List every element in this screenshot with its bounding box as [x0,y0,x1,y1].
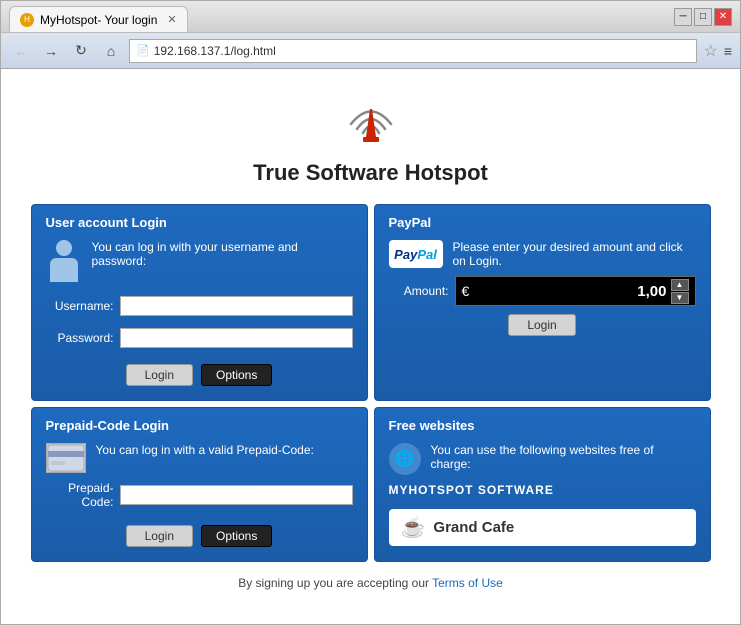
paypal-btn-row: Login [389,314,696,336]
password-label: Password: [46,331,114,345]
username-label: Username: [46,299,114,313]
footer-text: By signing up you are accepting our [238,576,432,590]
free-panel-header: Free websites [389,418,696,433]
paypal-info-text: Please enter your desired amount and cli… [453,240,696,268]
forward-button[interactable]: → [39,39,63,63]
password-row: Password: [46,328,353,348]
title-bar: H MyHotspot- Your login ✕ ─ □ ✕ [1,1,740,33]
prepaid-info-row: You can log in with a valid Prepaid-Code… [46,443,353,473]
prepaid-btn-row: Login Options [46,525,353,547]
address-bar[interactable]: 📄 192.168.137.1/log.html [129,39,697,63]
user-login-panel: User account Login You can log in with y… [31,204,368,401]
currency-symbol: € [462,283,470,299]
window-controls: ─ □ ✕ [674,8,732,26]
home-button[interactable]: ⌂ [99,39,123,63]
username-input[interactable] [120,296,353,316]
prepaid-info-text: You can log in with a valid Prepaid-Code… [96,443,314,457]
page-icon: 📄 [136,44,150,57]
tab-close-button[interactable]: ✕ [167,13,176,26]
software-label: MYHOTSPOT SOFTWARE [389,483,696,497]
user-info-row: You can log in with your username and pa… [46,240,353,288]
prepaid-panel-body: You can log in with a valid Prepaid-Code… [46,443,353,547]
tab-favicon: H [20,13,34,27]
page-footer: By signing up you are accepting our Term… [238,576,503,590]
username-row: Username: [46,296,353,316]
bookmark-button[interactable]: ☆ [703,41,717,61]
hotspot-icon [336,89,406,152]
free-websites-panel: Free websites 🌐 You can use the followin… [374,407,711,562]
avatar-head [56,240,72,256]
paypal-panel-body: PayPal Please enter your desired amount … [389,240,696,336]
user-btn-row: Login Options [46,364,353,386]
prepaid-panel: Prepaid-Code Login You can log in with a… [31,407,368,562]
paypal-logo: PayPal [389,240,443,268]
user-panel-header: User account Login [46,215,353,230]
cafe-cup-icon: ☕ [401,515,426,540]
amount-down-button[interactable]: ▼ [671,292,689,304]
prepaid-card-icon [46,443,86,473]
tab-area: H MyHotspot- Your login ✕ [9,1,670,32]
user-avatar-icon [46,240,82,288]
prepaid-code-input[interactable] [120,485,353,505]
amount-up-button[interactable]: ▲ [671,279,689,291]
browser-window: H MyHotspot- Your login ✕ ─ □ ✕ ← → ↻ ⌂ … [0,0,741,625]
reload-button[interactable]: ↻ [69,39,93,63]
cafe-name: Grand Cafe [433,519,514,536]
paypal-panel-header: PayPal [389,215,696,230]
amount-input-container: € 1,00 ▲ ▼ [455,276,696,306]
panels-grid: User account Login You can log in with y… [31,204,711,562]
back-button[interactable]: ← [9,39,33,63]
prepaid-login-button[interactable]: Login [126,525,193,547]
paypal-login-button[interactable]: Login [508,314,575,336]
avatar-body [50,258,78,282]
user-login-button[interactable]: Login [126,364,193,386]
amount-row: Amount: € 1,00 ▲ ▼ [389,276,696,306]
prepaid-code-label: Prepaid-Code: [46,481,114,509]
prepaid-panel-header: Prepaid-Code Login [46,418,353,433]
minimize-button[interactable]: ─ [674,8,692,26]
user-info-text: You can log in with your username and pa… [92,240,353,268]
maximize-button[interactable]: □ [694,8,712,26]
browser-tab[interactable]: H MyHotspot- Your login ✕ [9,6,188,32]
menu-button[interactable]: ≡ [724,43,732,59]
amount-value: 1,00 [473,283,666,300]
prepaid-code-row: Prepaid-Code: [46,481,353,509]
terms-of-use-link[interactable]: Terms of Use [432,576,503,590]
amount-spinners: ▲ ▼ [671,279,689,304]
nav-bar: ← → ↻ ⌂ 📄 192.168.137.1/log.html ☆ ≡ [1,33,740,69]
paypal-info-row: PayPal Please enter your desired amount … [389,240,696,268]
paypal-panel: PayPal PayPal Please enter your desired … [374,204,711,401]
user-options-button[interactable]: Options [201,364,272,386]
user-panel-body: You can log in with your username and pa… [46,240,353,386]
globe-icon: 🌐 [389,443,421,475]
page-title: True Software Hotspot [253,160,488,186]
tab-title: MyHotspot- Your login [40,13,157,27]
page-content: True Software Hotspot User account Login… [1,69,740,624]
password-input[interactable] [120,328,353,348]
prepaid-options-button[interactable]: Options [201,525,272,547]
free-info-row: 🌐 You can use the following websites fre… [389,443,696,475]
close-button[interactable]: ✕ [714,8,732,26]
free-panel-body: 🌐 You can use the following websites fre… [389,443,696,546]
grand-cafe-link[interactable]: ☕ Grand Cafe [389,509,696,546]
free-info-text: You can use the following websites free … [431,443,696,471]
url-text: 192.168.137.1/log.html [154,44,276,58]
amount-label: Amount: [389,284,449,298]
